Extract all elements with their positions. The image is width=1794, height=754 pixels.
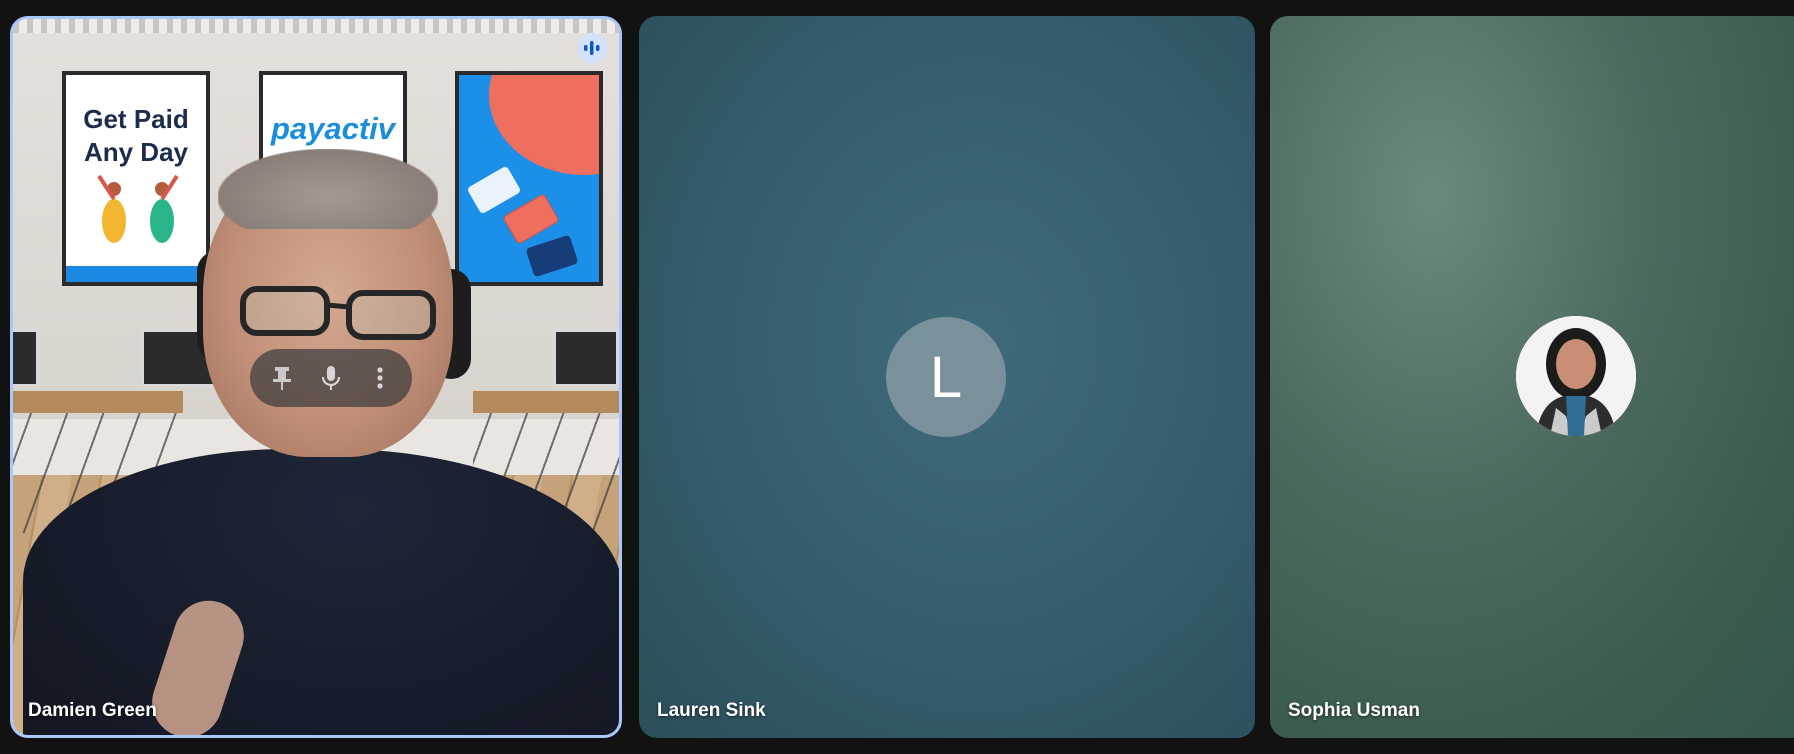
- avatar: L: [886, 317, 1006, 437]
- mute-participant-button[interactable]: [311, 358, 351, 398]
- profile-photo: [1516, 316, 1636, 436]
- poster-band: [66, 266, 206, 282]
- desk: [13, 391, 183, 413]
- participant-name: Sophia Usman: [1288, 700, 1420, 721]
- poster-get-paid: Get Paid Any Day: [62, 71, 210, 286]
- poster-text-line-1: Get Paid: [83, 104, 189, 134]
- participant-name: Damien Green: [28, 700, 157, 721]
- dancers-illustration: [97, 174, 179, 243]
- pin-button[interactable]: [262, 358, 302, 398]
- poster-text-line-2: Any Day: [83, 137, 189, 167]
- audio-level-icon: [584, 41, 600, 55]
- more-options-button[interactable]: [360, 358, 400, 398]
- ceiling-decor: [13, 19, 619, 33]
- monitor: [553, 329, 619, 387]
- participant-name: Lauren Sink: [657, 700, 766, 721]
- speaking-indicator: [577, 33, 607, 63]
- microphone-icon: [321, 366, 341, 390]
- person-body: [23, 449, 619, 735]
- glasses: [240, 286, 436, 340]
- more-vert-icon: [377, 367, 383, 389]
- poster-cards: [455, 71, 603, 286]
- avatar: [1516, 316, 1636, 436]
- tile-hover-controls: [250, 349, 412, 407]
- participant-tile-damien[interactable]: Get Paid Any Day payactiv Damien Green: [10, 16, 622, 738]
- pin-icon: [273, 367, 292, 390]
- monitor: [13, 329, 39, 387]
- desk: [473, 391, 619, 413]
- person-hair: [218, 149, 438, 229]
- brand-logo-text: payactiv: [270, 111, 396, 146]
